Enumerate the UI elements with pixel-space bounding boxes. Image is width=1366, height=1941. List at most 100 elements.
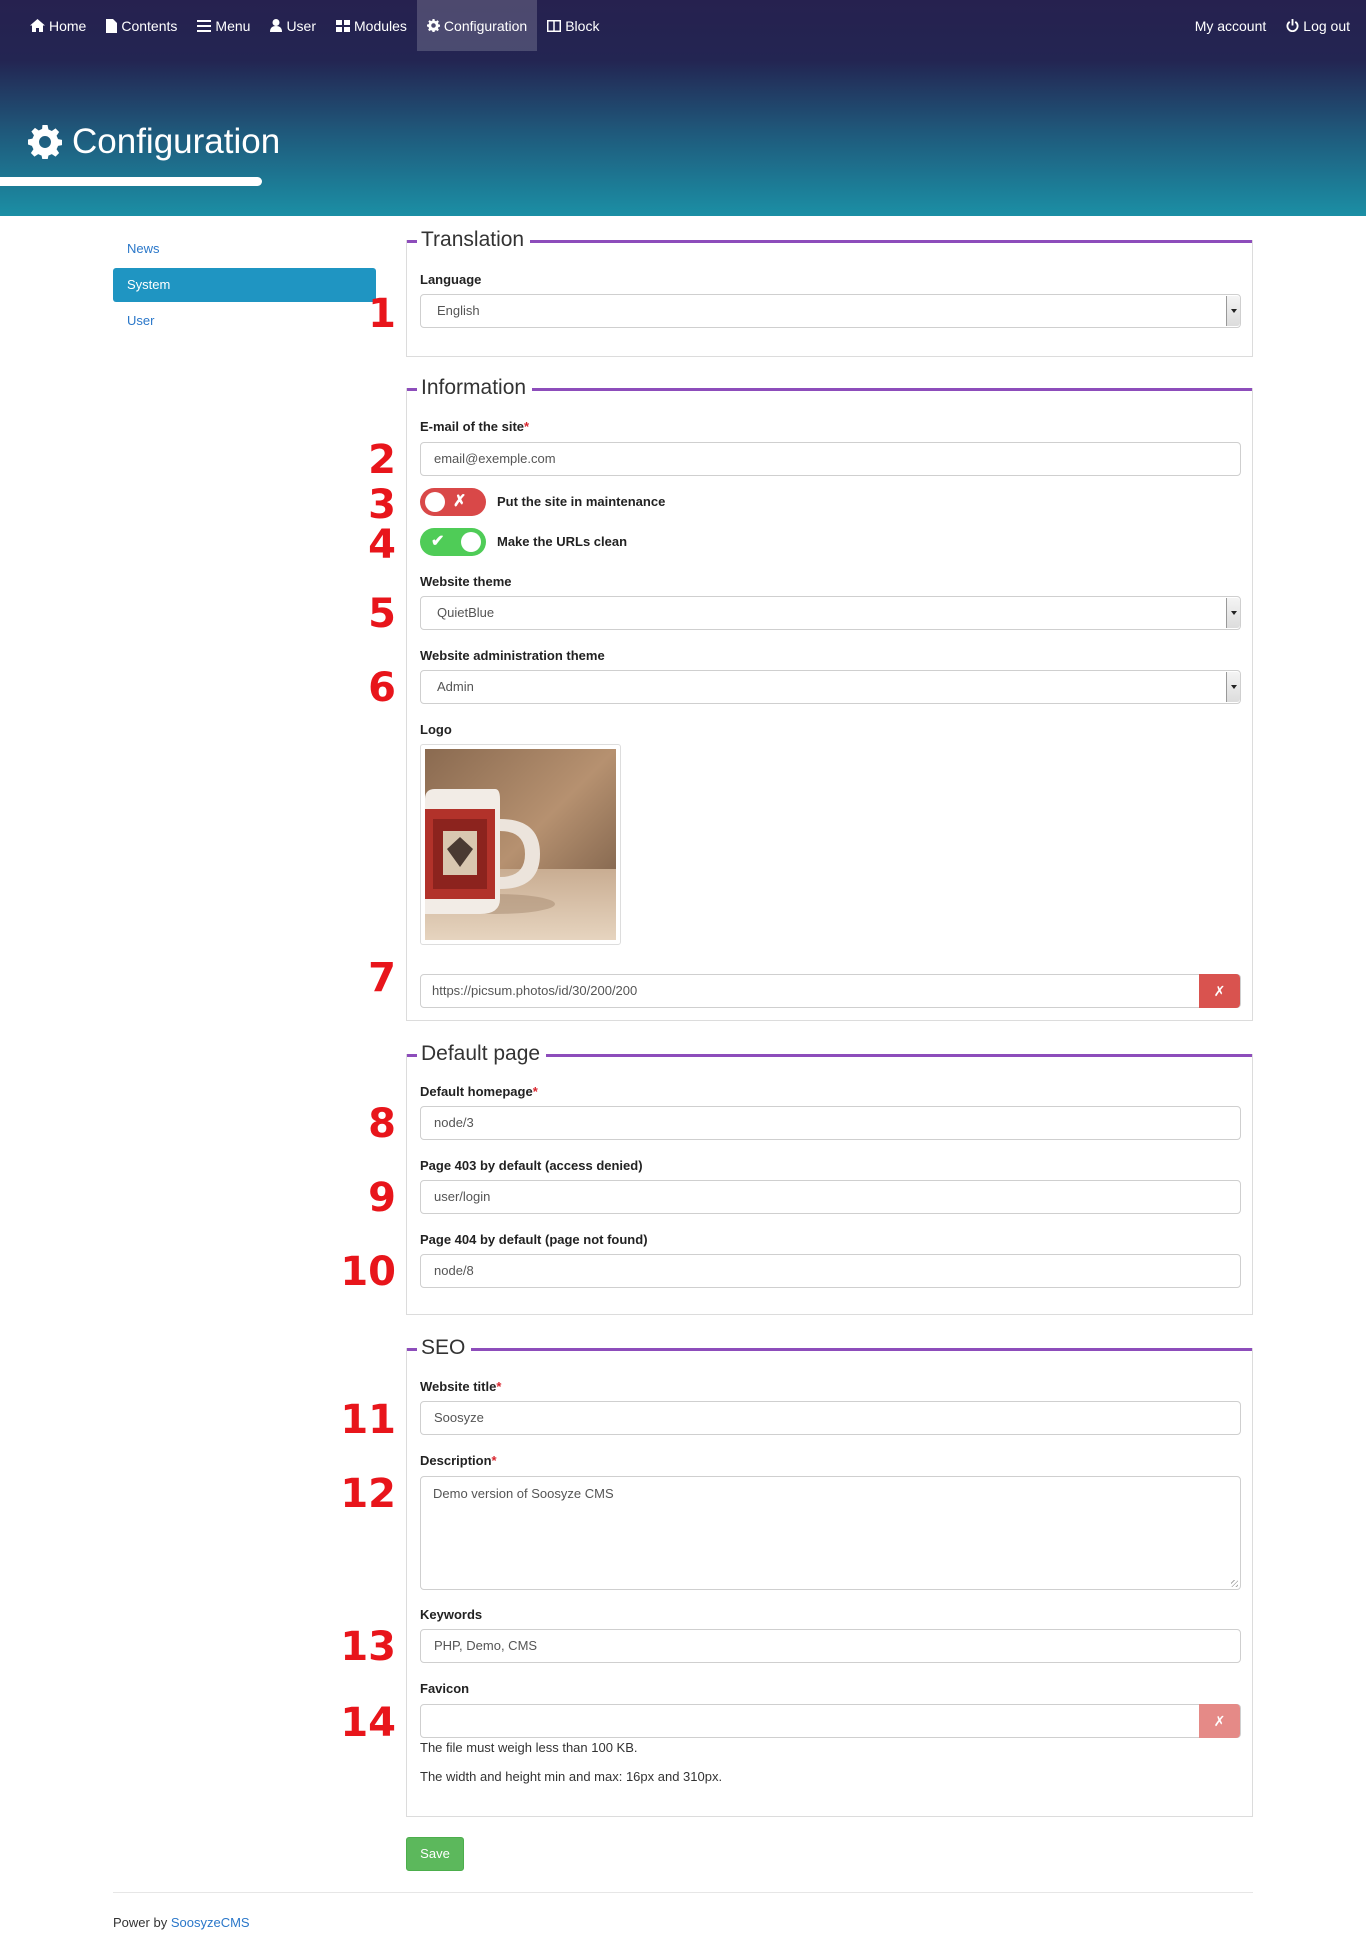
toggle-knob	[425, 492, 445, 512]
logo-url-field[interactable]: https://picsum.photos/id/30/200/200 ✗	[420, 974, 1241, 1008]
fieldset-top-border	[407, 388, 1252, 391]
legend-translation: Translation	[417, 227, 531, 253]
annotation-number: 14	[340, 1700, 396, 1746]
annotation-number: 13	[340, 1624, 396, 1670]
nav-configuration[interactable]: Configuration	[416, 0, 538, 51]
resize-handle[interactable]	[1231, 1580, 1238, 1587]
annotation-number: 6	[368, 665, 396, 711]
page-404-field[interactable]: node/8	[420, 1254, 1241, 1288]
nav-block[interactable]: Block	[537, 0, 609, 51]
fieldset-information: Information E-mail of the site* email@ex…	[406, 375, 1253, 1021]
nav-user[interactable]: User	[260, 0, 326, 51]
nav-my-account-label: My account	[1194, 17, 1267, 34]
website-theme-select[interactable]: QuietBlue	[420, 596, 1241, 630]
cross-icon: ✗	[453, 493, 467, 510]
fieldset-translation: Translation Language English	[406, 227, 1253, 357]
annotation-number: 10	[340, 1249, 396, 1295]
toggle-knob	[461, 532, 481, 552]
clear-logo-button[interactable]: ✗	[1199, 974, 1240, 1008]
footer-link[interactable]: SoosyzeCMS	[171, 1915, 250, 1930]
admin-theme-select[interactable]: Admin	[420, 670, 1241, 704]
page-title-text: Configuration	[72, 122, 281, 161]
nav-logout-label: Log out	[1303, 17, 1350, 34]
favicon-help-size: The file must weigh less than 100 KB.	[420, 1740, 638, 1755]
annotation-number: 5	[368, 591, 396, 637]
nav-logout[interactable]: Log out	[1276, 0, 1360, 51]
nav-menu[interactable]: Menu	[187, 0, 260, 51]
fieldset-top-border	[407, 240, 1252, 243]
annotation-number: 1	[368, 291, 396, 337]
annotation-number: 8	[368, 1101, 396, 1147]
required-asterisk: *	[491, 1453, 497, 1468]
nav-block-label: Block	[565, 17, 600, 34]
sidebar-item-news[interactable]: News	[113, 232, 376, 266]
chevron-down-icon	[1226, 598, 1240, 628]
required-asterisk: *	[524, 419, 530, 434]
language-select[interactable]: English	[420, 294, 1241, 328]
nav-home[interactable]: Home	[20, 0, 96, 51]
language-select-value: English	[437, 303, 480, 318]
menu-icon	[197, 19, 212, 32]
nav-right: My account Log out	[1185, 0, 1360, 51]
language-label: Language	[420, 272, 482, 287]
annotation-number: 7	[368, 955, 396, 1001]
mug-photo	[425, 749, 616, 940]
logo-preview	[420, 744, 621, 945]
save-button[interactable]: Save	[406, 1837, 464, 1871]
admin-theme-value: Admin	[437, 679, 474, 694]
annotation-number: 2	[368, 437, 396, 483]
logo-image	[425, 749, 616, 940]
legend-information: Information	[417, 375, 533, 401]
description-label: Description*	[420, 1453, 497, 1468]
header: Home Contents Menu User Modules Configur…	[0, 0, 1366, 216]
description-value: Demo version of Soosyze CMS	[433, 1486, 614, 1501]
footer-divider	[113, 1892, 1253, 1893]
legend-default-page: Default page	[417, 1041, 547, 1067]
keywords-label: Keywords	[420, 1607, 483, 1622]
nav-my-account[interactable]: My account	[1185, 0, 1277, 51]
page-404-label: Page 404 by default (page not found)	[420, 1232, 648, 1247]
page-403-label: Page 403 by default (access denied)	[420, 1158, 643, 1173]
page-403-field[interactable]: user/login	[420, 1180, 1241, 1214]
modules-icon	[336, 19, 350, 32]
email-field[interactable]: email@exemple.com	[420, 442, 1241, 476]
fieldset-default-page: Default page Default homepage* node/3 Pa…	[406, 1041, 1253, 1315]
email-label: E-mail of the site*	[420, 419, 529, 434]
logo-label: Logo	[420, 722, 452, 737]
nav-contents-label: Contents	[121, 17, 178, 34]
file-icon	[106, 18, 118, 33]
fieldset-seo: SEO Website title* Soosyze Description* …	[406, 1335, 1253, 1817]
description-textarea[interactable]: Demo version of Soosyze CMS	[420, 1476, 1241, 1590]
footer-prefix: Power by	[113, 1915, 168, 1930]
gear-icon	[28, 125, 62, 159]
keywords-field[interactable]: PHP, Demo, CMS	[420, 1629, 1241, 1663]
description-label-text: Description	[420, 1453, 492, 1468]
maintenance-toggle[interactable]: ✗	[420, 488, 486, 516]
clean-urls-toggle[interactable]: ✔	[420, 528, 486, 556]
legend-seo: SEO	[417, 1335, 472, 1361]
nav-modules[interactable]: Modules	[326, 0, 417, 51]
power-icon	[1286, 19, 1299, 32]
nav-menu-label: Menu	[215, 17, 251, 34]
annotation-number: 9	[368, 1175, 396, 1221]
website-title-label: Website title*	[420, 1379, 501, 1394]
favicon-field[interactable]: ✗	[420, 1704, 1241, 1738]
favicon-label: Favicon	[420, 1681, 470, 1696]
nav-user-label: User	[286, 17, 316, 34]
user-icon	[270, 19, 283, 32]
website-theme-label: Website theme	[420, 574, 512, 589]
check-icon: ✔	[431, 533, 445, 550]
favicon-help-dimensions: The width and height min and max: 16px a…	[420, 1769, 723, 1784]
logo-url-value: https://picsum.photos/id/30/200/200	[432, 983, 638, 998]
required-asterisk: *	[496, 1379, 502, 1394]
default-homepage-field[interactable]: node/3	[420, 1106, 1241, 1140]
clear-favicon-button[interactable]: ✗	[1199, 1704, 1240, 1738]
page-title: Configuration	[28, 122, 280, 162]
nav-left: Home Contents Menu User Modules Configur…	[20, 0, 609, 51]
nav-contents[interactable]: Contents	[96, 0, 187, 51]
chevron-down-icon	[1226, 672, 1240, 702]
annotation-number: 11	[340, 1397, 396, 1443]
block-icon	[547, 19, 562, 32]
website-title-field[interactable]: Soosyze	[420, 1401, 1241, 1435]
gear-icon	[426, 19, 440, 32]
